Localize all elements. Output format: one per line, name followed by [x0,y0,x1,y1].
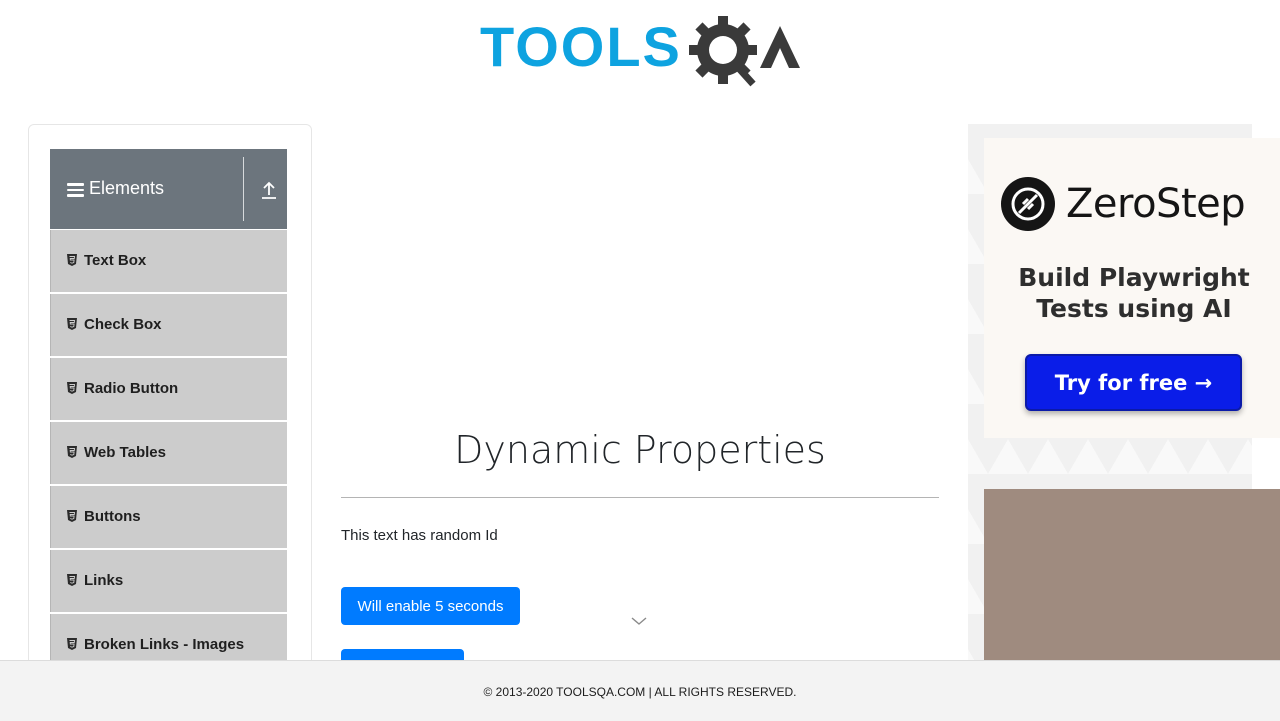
html5-icon [67,318,77,330]
ad-tagline: Build Playwright Tests using AI [1018,263,1250,323]
zerostep-logo-icon [1001,177,1055,231]
menu-item-web-tables[interactable]: Web Tables [50,422,287,484]
elements-menu: Text Box Check Box Radio Button Web Tabl… [50,230,287,678]
logo-graphic: TOOLS [480,15,800,87]
menu-item-label: Web Tables [84,444,166,461]
gear-icon [689,16,757,87]
elements-group-header[interactable]: Elements [50,149,287,229]
menu-item-label: Check Box [84,316,162,333]
try-for-free-button[interactable]: Try for free → [1025,354,1242,411]
logo-tools-text: TOOLS [480,15,682,78]
ad-brand-name: ZeroStep [1066,181,1246,227]
upload-arrow-icon[interactable] [254,175,284,205]
html5-icon [67,638,77,650]
menu-item-buttons[interactable]: Buttons [50,486,287,548]
menu-item-label: Buttons [84,508,141,525]
html5-icon [67,574,77,586]
menu-item-check-box[interactable]: Check Box [50,294,287,356]
footer: © 2013-2020 TOOLSQA.COM | ALL RIGHTS RES… [0,660,1280,721]
menu-item-label: Radio Button [84,380,179,397]
menu-item-label: Broken Links - Images [84,636,245,653]
group-title: Elements [89,178,165,198]
menu-item-links[interactable]: Links [50,550,287,612]
random-id-text: This text has random Id [341,527,498,544]
enable-after-button[interactable]: Will enable 5 seconds [341,587,520,625]
menu-item-label: Text Box [84,252,147,269]
menu-item-radio-button[interactable]: Radio Button [50,358,287,420]
ad-image[interactable] [984,489,1280,684]
logo-a-glyph [760,26,800,68]
html5-icon [67,254,77,266]
html5-icon [67,446,77,458]
zerostep-ad[interactable]: ZeroStep Build Playwright Tests using AI… [984,138,1280,438]
chevron-down-icon[interactable] [630,615,648,627]
menu-item-text-box[interactable]: Text Box [50,230,287,292]
hamburger-icon [67,183,84,197]
title-divider [341,497,939,498]
page-title: Dynamic Properties [454,428,826,472]
html5-icon [67,382,77,394]
copyright-text: © 2013-2020 TOOLSQA.COM | ALL RIGHTS RES… [483,685,797,699]
toolsqa-logo[interactable]: TOOLS [478,14,808,94]
html5-icon [67,510,77,522]
menu-item-label: Links [84,572,124,589]
header-divider [243,157,244,221]
